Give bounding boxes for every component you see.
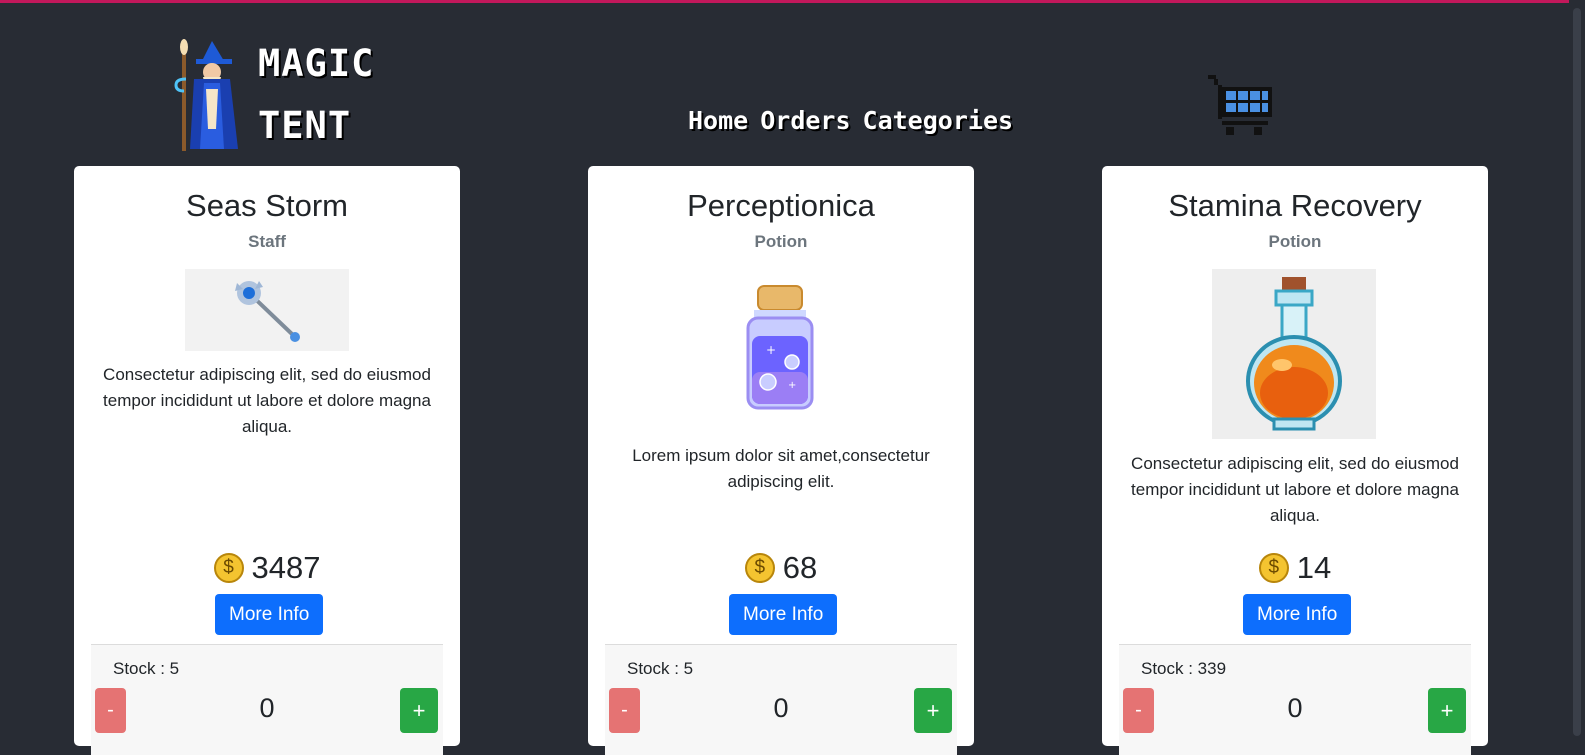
stock-label: Stock : 339	[1141, 659, 1227, 678]
product-name: Seas Storm	[186, 188, 348, 223]
product-card-perceptionica: Perceptionica Potion + + Lorem ipsum dol…	[588, 166, 974, 755]
price-value: 14	[1296, 550, 1332, 585]
logo-text: MAGIC TENT	[258, 33, 374, 157]
product-name: Perceptionica	[687, 188, 875, 223]
increase-quantity-button[interactable]: +	[914, 688, 952, 733]
product-name: Stamina Recovery	[1168, 188, 1422, 223]
staff-icon	[185, 269, 349, 351]
header: MAGIC TENT Home Orders Categories	[0, 3, 1585, 163]
price-value: 3487	[251, 550, 321, 585]
quantity-value: 0	[259, 693, 275, 723]
more-info-button[interactable]: More Info	[729, 594, 838, 635]
stock-label: Stock : 5	[627, 659, 694, 678]
svg-text:+: +	[788, 380, 796, 391]
svg-text:+: +	[766, 343, 776, 357]
orange-potion-icon	[1212, 269, 1376, 439]
purple-potion-icon: + +	[746, 285, 814, 410]
product-price: $ 68	[588, 550, 974, 586]
nav-home-link[interactable]: Home	[688, 106, 748, 135]
quantity-value: 0	[1287, 693, 1303, 723]
gold-coin-icon: $	[213, 553, 244, 583]
card-footer: Stock : 5 - 0 +	[605, 644, 957, 755]
nav-orders-link[interactable]: Orders	[760, 106, 850, 135]
wizard-icon	[174, 39, 238, 151]
product-description: Consectetur adipiscing elit, sed do eius…	[103, 365, 431, 436]
product-description: Lorem ipsum dolor sit amet,consectetur a…	[632, 446, 930, 491]
more-info-button[interactable]: More Info	[215, 594, 324, 635]
gold-coin-icon: $	[1258, 553, 1289, 583]
scrollbar-thumb[interactable]	[1573, 8, 1581, 736]
main-nav: Home Orders Categories	[688, 106, 1013, 135]
product-card-stamina-recovery: Stamina Recovery Potion Consectetur adip…	[1102, 166, 1488, 755]
nav-categories-link[interactable]: Categories	[863, 106, 1014, 135]
gold-coin-icon: $	[744, 553, 775, 583]
product-category: Potion	[754, 232, 808, 251]
logo-line-2: TENT	[258, 104, 352, 147]
scrollbar[interactable]	[1569, 0, 1585, 736]
price-value: 68	[782, 550, 818, 585]
decrease-quantity-button[interactable]: -	[95, 688, 126, 733]
increase-quantity-button[interactable]: +	[1428, 688, 1466, 733]
card-footer: Stock : 5 - 0 +	[91, 644, 443, 755]
decrease-quantity-button[interactable]: -	[609, 688, 640, 733]
quantity-value: 0	[773, 693, 789, 723]
product-price: $ 3487	[74, 550, 460, 586]
stock-label: Stock : 5	[113, 659, 180, 678]
product-category: Staff	[248, 232, 286, 251]
decrease-quantity-button[interactable]: -	[1123, 688, 1154, 733]
product-category: Potion	[1268, 232, 1322, 251]
product-description: Consectetur adipiscing elit, sed do eius…	[1131, 454, 1459, 525]
card-footer: Stock : 339 - 0 +	[1119, 644, 1471, 755]
more-info-button[interactable]: More Info	[1243, 594, 1352, 635]
logo-line-1: MAGIC	[258, 42, 375, 85]
increase-quantity-button[interactable]: +	[400, 688, 438, 733]
product-price: $ 14	[1102, 550, 1488, 586]
shopping-cart-icon[interactable]	[1208, 75, 1276, 145]
product-card-seas-storm: Seas Storm Staff Consectetur adipiscing …	[74, 166, 460, 755]
